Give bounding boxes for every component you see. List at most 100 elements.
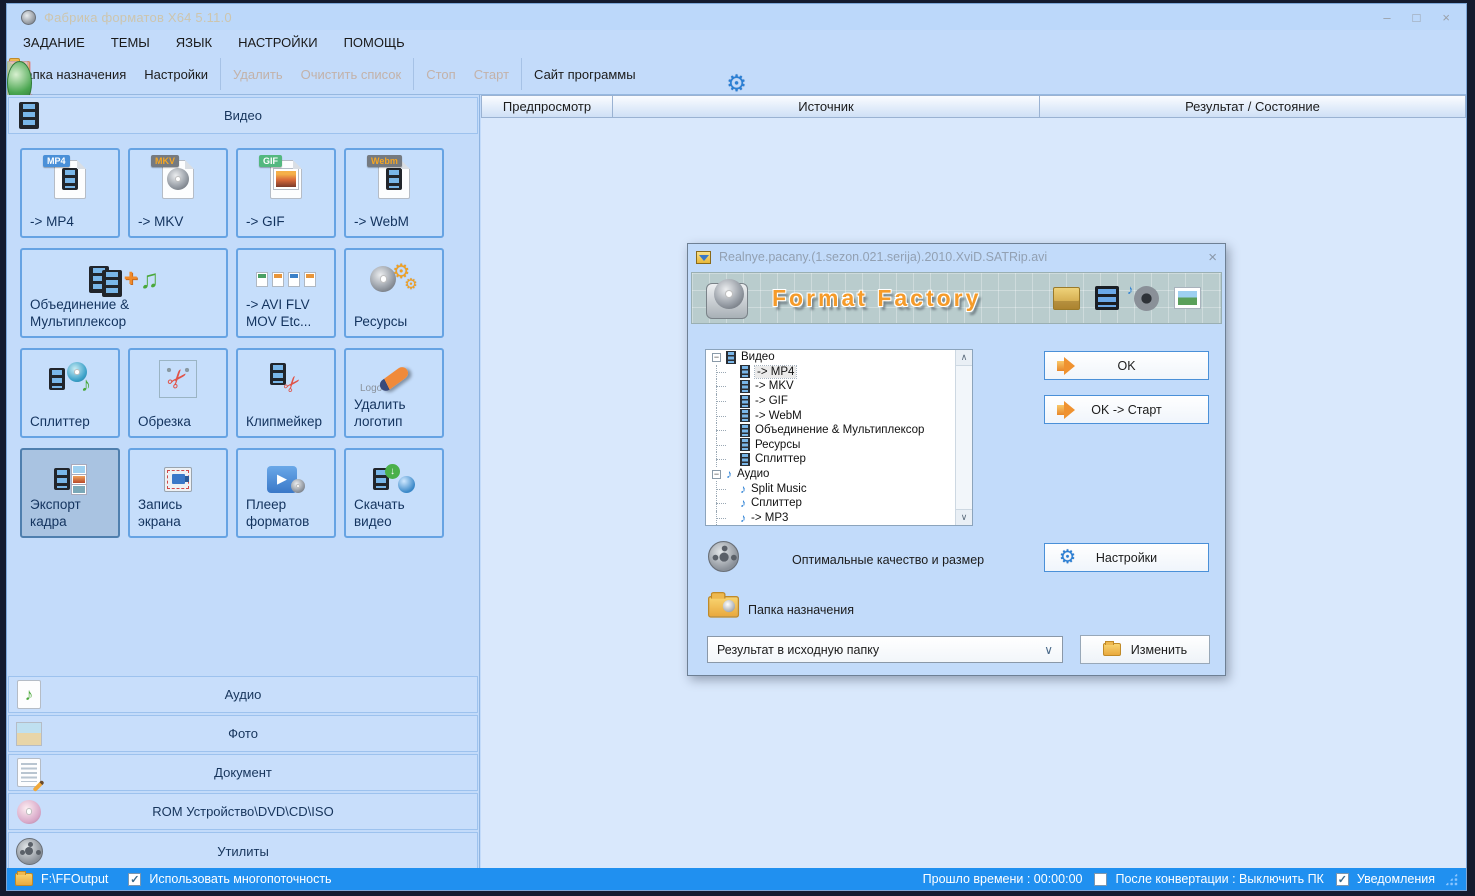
column-result-state[interactable]: Результат / Состояние <box>1040 95 1466 118</box>
orange-arrow-icon <box>1057 401 1075 419</box>
menu-language[interactable]: ЯЗЫК <box>176 35 212 50</box>
dialog-title: Realnye.pacany.(1.sezon.021.serija).2010… <box>719 250 1047 264</box>
clipmaker-icon: ✂ <box>238 357 334 401</box>
tree-item-audio-splitter[interactable]: ♪ Сплиттер <box>706 496 972 511</box>
close-button[interactable]: × <box>1442 11 1450 24</box>
column-source[interactable]: Источник <box>613 95 1040 118</box>
ok-button[interactable]: OK <box>1044 351 1209 380</box>
film-reel-icon <box>15 837 43 865</box>
film-icon <box>740 380 750 393</box>
notifications-checkbox[interactable]: ✓ <box>1336 873 1349 886</box>
dest-folder-label: Папка назначения <box>748 603 854 617</box>
tile-to-mkv[interactable]: MKV -> MKV <box>128 148 228 238</box>
player-icon: ▶ <box>238 457 334 501</box>
tree-item-mux[interactable]: Объединение & Мультиплексор <box>706 423 972 438</box>
tile-clipmaker[interactable]: ✂ Клипмейкер <box>236 348 336 438</box>
section-rom-device[interactable]: ROM Устройство\DVD\CD\ISO <box>8 793 478 830</box>
window-title: Фабрика форматов X64 5.11.0 <box>44 10 232 25</box>
section-photo[interactable]: Фото <box>8 715 478 752</box>
tree-item-resources[interactable]: Ресурсы <box>706 438 972 453</box>
maximize-button[interactable]: □ <box>1413 11 1421 24</box>
dialog-title-bar: Realnye.pacany.(1.sezon.021.serija).2010… <box>688 244 1225 270</box>
audio-speaker-icon <box>1134 286 1159 311</box>
settings-button[interactable]: ⚙ Настройки <box>135 54 217 94</box>
resources-icon: ⚙ ⚙ <box>346 257 442 301</box>
dialog-close-button[interactable]: × <box>1208 250 1217 265</box>
tile-crop[interactable]: ✂ Обрезка <box>128 348 228 438</box>
section-audio[interactable]: ♪ Аудио <box>8 676 478 713</box>
disc-icon <box>15 798 43 826</box>
tile-splitter[interactable]: ♪ Сплиттер <box>20 348 120 438</box>
tile-mux-join[interactable]: + ♫ Объединение & Мультиплексор <box>20 248 228 338</box>
quality-label: Оптимальные качество и размер <box>792 553 984 567</box>
tile-remove-logo[interactable]: Logo Удалить логотип <box>344 348 444 438</box>
shutdown-checkbox[interactable] <box>1094 873 1107 886</box>
tree-item-split-music[interactable]: ♪ Split Music <box>706 481 972 496</box>
column-preview[interactable]: Предпросмотр <box>481 95 613 118</box>
screen-record-icon <box>130 457 226 501</box>
menu-help[interactable]: ПОМОЩЬ <box>344 35 405 50</box>
film-icon <box>740 409 750 422</box>
dialog-settings-button[interactable]: ⚙ Настройки <box>1044 543 1209 572</box>
menu-task[interactable]: ЗАДАНИЕ <box>23 35 85 50</box>
multithread-checkbox[interactable]: ✓ <box>128 873 141 886</box>
format-sidebar: Видео MP4 -> MP4 MKV -> MKV GIF -> GIF W… <box>7 95 480 868</box>
output-folder-select[interactable]: Результат в исходную папку ∨ <box>707 636 1063 663</box>
tile-format-player[interactable]: ▶ Плеер форматов <box>236 448 336 538</box>
format-factory-banner: Format Factory <box>691 272 1222 324</box>
tile-screen-record[interactable]: Запись экрана <box>128 448 228 538</box>
tree-item-mp4[interactable]: -> MP4 <box>706 365 972 380</box>
ok-start-button[interactable]: OK -> Старт <box>1044 395 1209 424</box>
avi-flv-files-icon <box>238 257 334 301</box>
menu-options[interactable]: НАСТРОЙКИ <box>238 35 317 50</box>
shutdown-label: После конвертации : Выключить ПК <box>1115 872 1323 886</box>
tree-item-gif[interactable]: -> GIF <box>706 394 972 409</box>
mp4-file-icon: MP4 <box>22 157 118 201</box>
output-path[interactable]: F:\FFOutput <box>41 872 108 886</box>
menu-themes[interactable]: ТЕМЫ <box>111 35 150 50</box>
change-folder-button[interactable]: Изменить <box>1080 635 1210 664</box>
tile-download-video[interactable]: ↓ Скачать видео <box>344 448 444 538</box>
tile-to-mp4[interactable]: MP4 -> MP4 <box>20 148 120 238</box>
tree-item-splitter[interactable]: Сплиттер <box>706 452 972 467</box>
gif-file-icon: GIF <box>238 157 334 201</box>
section-document[interactable]: Документ <box>8 754 478 791</box>
tree-item-mkv[interactable]: -> MKV <box>706 379 972 394</box>
tree-node-audio[interactable]: − ♪ Аудио <box>706 467 972 482</box>
scroll-down-arrow[interactable]: ∨ <box>956 509 972 525</box>
tile-to-gif[interactable]: GIF -> GIF <box>236 148 336 238</box>
tree-item-clipped[interactable]: ♪ <box>706 525 972 526</box>
tree-scrollbar[interactable]: ∧ ∨ <box>955 350 972 525</box>
resize-grip[interactable] <box>1445 873 1458 886</box>
main-window: Фабрика форматов X64 5.11.0 – □ × ЗАДАНИ… <box>6 3 1467 891</box>
splitter-icon: ♪ <box>22 357 118 401</box>
collapse-toggle[interactable]: − <box>712 353 721 362</box>
section-utilities[interactable]: Утилиты <box>8 832 478 870</box>
film-icon <box>740 365 750 378</box>
archive-icon <box>1053 287 1080 310</box>
multithread-label: Использовать многопоточность <box>149 872 331 886</box>
minimize-button[interactable]: – <box>1383 11 1390 24</box>
tree-node-video[interactable]: − Видео <box>706 350 972 365</box>
tile-to-avi-flv[interactable]: -> AVI FLV MOV Etc... <box>236 248 336 338</box>
folder-icon <box>1103 643 1121 656</box>
title-bar: Фабрика форматов X64 5.11.0 – □ × <box>7 4 1466 30</box>
tree-item-webm[interactable]: -> WebM <box>706 408 972 423</box>
photo-icon <box>15 720 43 748</box>
note-icon: ♪ <box>726 468 732 480</box>
collapse-toggle[interactable]: − <box>712 470 721 479</box>
video-icon <box>1095 286 1119 310</box>
tile-resources[interactable]: ⚙ ⚙ Ресурсы <box>344 248 444 338</box>
app-icon <box>21 10 36 25</box>
format-tree[interactable]: − Видео -> MP4 -> MKV -> GIF -> WebM <box>705 349 973 526</box>
tree-item-mp3[interactable]: ♪ -> MP3 <box>706 511 972 526</box>
eraser-icon: Logo <box>346 357 442 401</box>
note-icon: ♪ <box>740 483 746 495</box>
tile-export-frame[interactable]: Экспорт кадра <box>20 448 120 538</box>
scroll-up-arrow[interactable]: ∧ <box>956 350 972 366</box>
crop-scissors-icon: ✂ <box>130 357 226 401</box>
section-video-header[interactable]: Видео <box>8 97 478 134</box>
output-folder-icon[interactable] <box>15 873 33 886</box>
tile-to-webm[interactable]: Webm -> WebM <box>344 148 444 238</box>
banner-title: Format Factory <box>772 285 981 312</box>
